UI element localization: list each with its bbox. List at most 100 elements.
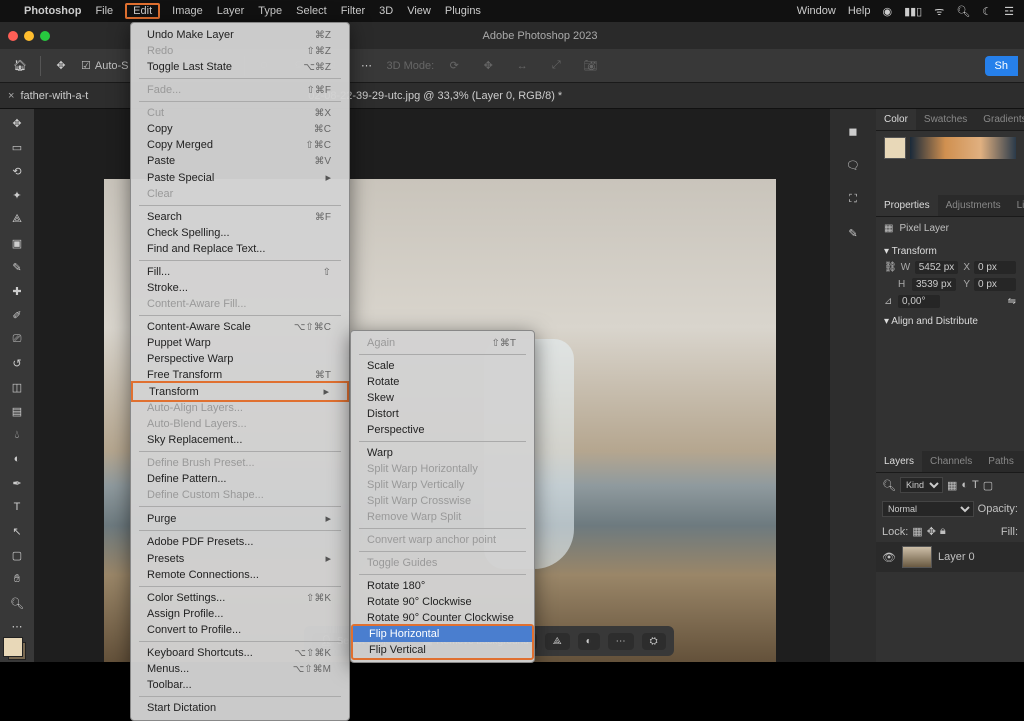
move-tool[interactable]: ✥: [3, 113, 31, 135]
edit-menu-item[interactable]: Perspective Warp: [131, 351, 349, 367]
align-header[interactable]: Align and Distribute: [891, 316, 978, 327]
transform-menu-item[interactable]: Flip Horizontal: [353, 626, 532, 642]
filter-type-icon[interactable]: T: [972, 479, 979, 491]
eye-icon[interactable]: 👁︎: [882, 551, 896, 564]
brush-tool[interactable]: ✐: [3, 305, 31, 327]
camera-icon[interactable]: 📷︎: [576, 54, 604, 78]
edit-menu-item[interactable]: Auto-Blend Layers...: [131, 416, 349, 432]
transform-header[interactable]: Transform: [892, 246, 937, 257]
frame-tool[interactable]: ▣: [3, 233, 31, 255]
app-name[interactable]: Photoshop: [24, 5, 81, 17]
taskbar-more-icon[interactable]: ⋯: [608, 633, 634, 650]
transform-menu-item[interactable]: Flip Vertical: [353, 642, 532, 658]
menu-select[interactable]: Select: [296, 5, 327, 17]
scale-icon[interactable]: ⤢: [542, 54, 570, 78]
transform-menu-item[interactable]: Split Warp Horizontally: [351, 461, 534, 477]
y-field[interactable]: 0 px: [974, 278, 1016, 291]
tab-channels[interactable]: Channels: [922, 451, 980, 472]
edit-menu-item[interactable]: Copy Merged⇧⌘C: [131, 137, 349, 153]
edit-menu-item[interactable]: Sky Replacement...: [131, 432, 349, 448]
edit-menu-item[interactable]: Toggle Last State⌥⌘Z: [131, 59, 349, 75]
transform-menu-item[interactable]: Convert warp anchor point: [351, 532, 534, 548]
stamp-tool[interactable]: ⎚: [3, 329, 31, 351]
home-icon[interactable]: 🏠︎: [6, 54, 34, 78]
shape-tool[interactable]: ▢: [3, 544, 31, 566]
transform-menu-item[interactable]: Rotate 90° Clockwise: [351, 594, 534, 610]
x-field[interactable]: 0 px: [974, 261, 1016, 274]
menu-filter[interactable]: Filter: [341, 5, 365, 17]
gradient-tool[interactable]: ▤: [3, 400, 31, 422]
transform-menu-item[interactable]: Split Warp Vertically: [351, 477, 534, 493]
path-tool[interactable]: ↖: [3, 520, 31, 542]
taskbar-crop-icon[interactable]: ⟁: [545, 633, 570, 650]
transform-menu-item[interactable]: Remove Warp Split: [351, 509, 534, 525]
edit-menu-item[interactable]: Start Dictation: [131, 700, 349, 716]
tab-layers[interactable]: Layers: [876, 451, 922, 472]
transform-menu-item[interactable]: Toggle Guides: [351, 555, 534, 571]
edit-menu-item[interactable]: Stroke...: [131, 280, 349, 296]
menu-help[interactable]: Help: [848, 5, 871, 17]
menu-window[interactable]: Window: [797, 5, 836, 17]
edit-toolbar[interactable]: ⋯: [3, 616, 31, 638]
type-tool[interactable]: T: [3, 496, 31, 518]
width-field[interactable]: 5452 px: [915, 261, 959, 274]
share-button[interactable]: Sh: [985, 56, 1018, 76]
marquee-tool[interactable]: ▭: [3, 137, 31, 159]
menu-type[interactable]: Type: [258, 5, 282, 17]
close-icon[interactable]: [8, 31, 18, 41]
menu-3d[interactable]: 3D: [379, 5, 393, 17]
auto-select-checkbox[interactable]: ☑ Auto-S: [81, 59, 129, 72]
eraser-tool[interactable]: ◫: [3, 376, 31, 398]
edit-menu-item[interactable]: Puppet Warp: [131, 335, 349, 351]
tab-libraries[interactable]: Lib: [1009, 195, 1024, 216]
transform-menu-item[interactable]: Perspective: [351, 422, 534, 438]
edit-menu-item[interactable]: Transform▸: [131, 381, 349, 402]
comment-icon[interactable]: 🗨︎: [839, 153, 867, 177]
tab-adjustments[interactable]: Adjustments: [938, 195, 1009, 216]
edit-menu-item[interactable]: Cut⌘X: [131, 105, 349, 121]
angle-field[interactable]: 0,00°: [898, 295, 940, 308]
brush-presets-icon[interactable]: ✎: [839, 221, 867, 245]
tab-gradients[interactable]: Gradients: [975, 109, 1024, 130]
edit-menu-item[interactable]: Purge▸: [131, 510, 349, 527]
edit-menu-item[interactable]: Content-Aware Scale⌥⇧⌘C: [131, 319, 349, 335]
edit-menu-item[interactable]: Check Spelling...: [131, 225, 349, 241]
filter-shape-icon[interactable]: ▢: [983, 479, 993, 492]
taskbar-adjust-icon[interactable]: ◐: [578, 633, 600, 650]
tab-paths[interactable]: Paths: [980, 451, 1022, 472]
transform-menu-item[interactable]: Skew: [351, 390, 534, 406]
height-field[interactable]: 3539 px: [912, 278, 956, 291]
filter-icon[interactable]: 🔍︎: [882, 479, 896, 492]
move-tool-icon[interactable]: ✥: [47, 54, 75, 78]
edit-menu-item[interactable]: Define Brush Preset...: [131, 455, 349, 471]
traffic-lights[interactable]: [8, 31, 50, 41]
filter-pixel-icon[interactable]: ▦: [947, 479, 957, 492]
search-icon[interactable]: 🔍︎: [956, 5, 970, 18]
blur-tool[interactable]: 💧︎: [3, 424, 31, 446]
tab-color[interactable]: Color: [876, 109, 916, 130]
edit-menu-item[interactable]: Presets▸: [131, 550, 349, 567]
edit-menu-item[interactable]: Adobe PDF Presets...: [131, 534, 349, 550]
layer-row[interactable]: 👁︎ Layer 0: [876, 542, 1024, 572]
eyedropper-tool[interactable]: ✎: [3, 257, 31, 279]
hand-tool[interactable]: ✋︎: [3, 568, 31, 590]
edit-menu-item[interactable]: Toolbar...: [131, 677, 349, 693]
moon-icon[interactable]: ☾: [982, 5, 992, 18]
transform-menu-item[interactable]: Distort: [351, 406, 534, 422]
transform-menu-item[interactable]: Again⇧⌘T: [351, 335, 534, 351]
filter-adjust-icon[interactable]: ◐: [961, 479, 968, 491]
edit-menu-item[interactable]: Auto-Align Layers...: [131, 400, 349, 416]
edit-menu-item[interactable]: Define Pattern...: [131, 471, 349, 487]
control-center-icon[interactable]: ☲: [1004, 5, 1014, 18]
crop-tool[interactable]: ⟁: [3, 209, 31, 231]
edit-menu-item[interactable]: Copy⌘C: [131, 121, 349, 137]
learn-icon[interactable]: ◼: [839, 119, 867, 143]
link-wh-icon[interactable]: ⛓: [884, 262, 897, 273]
transform-menu-item[interactable]: Split Warp Crosswise: [351, 493, 534, 509]
edit-menu-item[interactable]: Keyboard Shortcuts...⌥⇧⌘K: [131, 645, 349, 661]
color-swatch-fg[interactable]: [884, 137, 906, 159]
orbit-icon[interactable]: ⟳: [440, 54, 468, 78]
layer-filter-select[interactable]: Kind: [900, 477, 943, 493]
edit-menu-item[interactable]: Content-Aware Fill...: [131, 296, 349, 312]
move-icon[interactable]: ↔: [508, 54, 536, 78]
